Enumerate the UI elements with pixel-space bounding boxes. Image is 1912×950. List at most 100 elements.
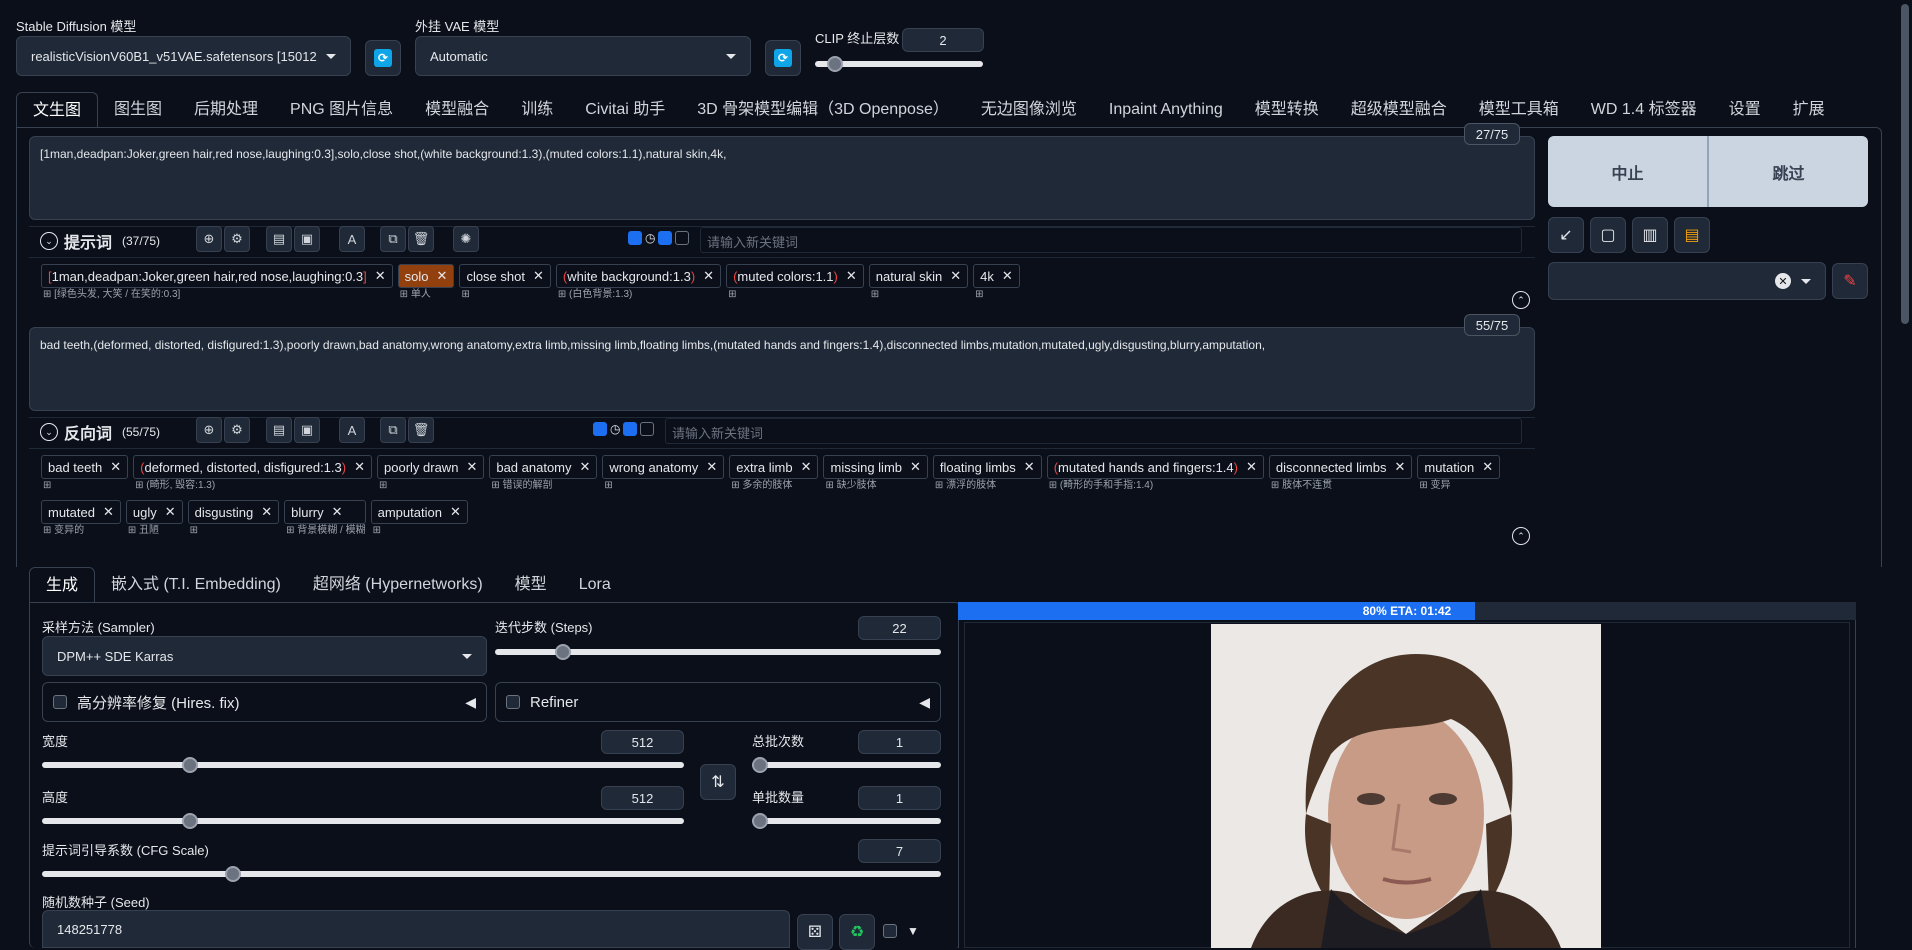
batch-size-input[interactable]: 1 [858, 786, 941, 810]
tab-generation[interactable]: 生成 [29, 567, 96, 603]
remove-tag-icon[interactable]: ✕ [450, 504, 461, 520]
refiner-checkbox[interactable] [506, 695, 520, 709]
tab-wd14-tagger[interactable]: WD 1.4 标签器 [1575, 92, 1713, 128]
remove-tag-icon[interactable]: ✕ [110, 459, 121, 475]
preview-image[interactable] [1211, 624, 1601, 948]
prompt-tag[interactable]: bad anatomy ✕ ⊞ 错误的解剖 [489, 455, 598, 493]
remove-tag-icon[interactable]: ✕ [950, 268, 961, 284]
prompt-tag[interactable]: [1man,deadpan:Joker,green hair,red nose,… [41, 264, 393, 302]
tag-chip[interactable]: mutated ✕ [41, 500, 121, 524]
tag-chip[interactable]: (white background:1.3) ✕ [555, 264, 722, 288]
extra-seed-checkbox[interactable] [883, 924, 897, 938]
trash-icon[interactable]: 🗑 [408, 417, 434, 443]
remove-tag-icon[interactable]: ✕ [466, 459, 477, 475]
batch-size-slider-track[interactable] [752, 818, 941, 824]
prompt-tag[interactable]: mutation ✕ ⊞ 变异 [1417, 455, 1501, 493]
tab-super-merger[interactable]: 超级模型融合 [1335, 92, 1463, 128]
prompt-header[interactable]: ⌄ 提示词 (37/75) [40, 229, 160, 253]
tab-extras[interactable]: 后期处理 [178, 92, 274, 128]
remove-tag-icon[interactable]: ✕ [332, 504, 343, 520]
keyword-checkbox-1[interactable] [593, 422, 607, 436]
bookmark-icon[interactable]: ▣ [294, 226, 320, 252]
clear-prompt-icon[interactable]: ▢ [1590, 217, 1626, 253]
remove-tag-icon[interactable]: ✕ [1002, 268, 1013, 284]
clip-skip-slider-thumb[interactable] [827, 56, 843, 72]
prompt-tag[interactable]: 4k ✕ ⊞ [973, 264, 1020, 302]
keyword-checkbox-2[interactable] [623, 422, 638, 436]
tag-chip[interactable]: bad teeth ✕ [41, 455, 129, 479]
clip-skip-input[interactable]: 2 [902, 28, 984, 52]
width-slider-thumb[interactable] [182, 757, 198, 773]
tag-chip[interactable]: amputation ✕ [370, 500, 468, 524]
remove-tag-icon[interactable]: ✕ [1024, 459, 1035, 475]
keyword-checkbox-1[interactable] [628, 231, 642, 245]
globe-icon[interactable]: ⊕ [196, 417, 222, 443]
prompt-tag[interactable]: wrong anatomy ✕ ⊞ [602, 455, 725, 493]
prompt-tag[interactable]: blurry ✕ ⊞ 背景模糊 / 模糊 [284, 500, 366, 538]
prompt-tag[interactable]: disgusting ✕ ⊞ [187, 500, 280, 538]
tab-lora[interactable]: Lora [563, 567, 627, 603]
hires-fix-checkbox[interactable] [53, 695, 67, 709]
copy-icon[interactable]: ⧉ [380, 226, 406, 252]
tab-checkpoints[interactable]: 模型 [499, 567, 563, 603]
page-scrollbar[interactable] [1898, 0, 1912, 948]
tab-infinite-image-browsing[interactable]: 无边图像浏览 [965, 92, 1093, 128]
tag-chip[interactable]: blurry ✕ [284, 500, 366, 524]
prompt-tag[interactable]: solo ✕ ⊞ 单人 [397, 264, 455, 302]
seed-input[interactable]: 148251778 [42, 910, 790, 948]
remove-tag-icon[interactable]: ✕ [533, 268, 544, 284]
sd-model-select[interactable]: realisticVisionV60B1_v51VAE.safetensors … [16, 36, 351, 76]
prompt-keyword-input[interactable]: 请输入新关键词 [700, 227, 1522, 253]
tag-chip[interactable]: missing limb ✕ [823, 455, 928, 479]
hires-fix-accordion[interactable]: 高分辨率修复 (Hires. fix) ◀ [42, 682, 487, 722]
negative-keyword-input[interactable]: 请输入新关键词 [665, 418, 1522, 444]
scrollbar-thumb[interactable] [1901, 4, 1909, 324]
openai-icon[interactable]: ✺ [453, 226, 479, 252]
remove-tag-icon[interactable]: ✕ [801, 459, 812, 475]
batch-count-slider-thumb[interactable] [752, 757, 768, 773]
collapse-tags-icon[interactable]: ⌃ [1512, 291, 1530, 309]
remove-tag-icon[interactable]: ✕ [437, 268, 448, 284]
reuse-seed-button[interactable]: ♻ [839, 914, 875, 950]
tag-chip[interactable]: disgusting ✕ [187, 500, 280, 524]
tag-chip[interactable]: (muted colors:1.1) ✕ [726, 264, 864, 288]
prompt-tag[interactable]: disconnected limbs ✕ ⊞ 肢体不连贯 [1268, 455, 1413, 493]
tab-img2img[interactable]: 图生图 [98, 92, 178, 128]
collapse-tags-icon[interactable]: ⌃ [1512, 527, 1530, 545]
prompt-tag[interactable]: mutated ✕ ⊞ 变异的 [41, 500, 121, 538]
prompt-tag[interactable]: close shot ✕ ⊞ [459, 264, 551, 302]
tag-chip[interactable]: close shot ✕ [459, 264, 551, 288]
gear-icon[interactable]: ⚙ [224, 417, 250, 443]
remove-tag-icon[interactable]: ✕ [580, 459, 591, 475]
vae-select[interactable]: Automatic [415, 36, 751, 76]
width-slider-track[interactable] [42, 762, 684, 768]
gear-icon[interactable]: ⚙ [224, 226, 250, 252]
tag-chip[interactable]: 4k ✕ [973, 264, 1020, 288]
clipboard-icon[interactable]: ▤ [1674, 217, 1710, 253]
skip-button[interactable]: 跳过 [1709, 136, 1868, 207]
history-icon[interactable]: ▤ [266, 226, 292, 252]
tag-chip[interactable]: disconnected limbs ✕ [1268, 455, 1413, 479]
globe-icon[interactable]: ⊕ [196, 226, 222, 252]
prompt-tag[interactable]: extra limb ✕ ⊞ 多余的肢体 [729, 455, 819, 493]
trash-icon[interactable]: ▥ [1632, 217, 1668, 253]
batch-count-slider-track[interactable] [752, 762, 941, 768]
batch-count-input[interactable]: 1 [858, 730, 941, 754]
negative-header[interactable]: ⌄ 反向词 (55/75) [40, 420, 160, 444]
extra-seed-toggle[interactable]: ▼ [883, 924, 919, 938]
prompt-tag[interactable]: (mutated hands and fingers:1.4) ✕ ⊞ (畸形的手和… [1046, 455, 1264, 493]
swap-dimensions-button[interactable]: ⇅ [700, 764, 736, 800]
tab-hypernetworks[interactable]: 超网络 (Hypernetworks) [297, 567, 499, 603]
tag-chip[interactable]: ugly ✕ [125, 500, 183, 524]
tag-chip[interactable]: bad anatomy ✕ [489, 455, 598, 479]
translate-icon[interactable]: A [339, 417, 365, 443]
prompt-tag[interactable]: bad teeth ✕ ⊞ [41, 455, 129, 493]
prompt-tag[interactable]: floating limbs ✕ ⊞ 漂浮的肢体 [932, 455, 1042, 493]
remove-tag-icon[interactable]: ✕ [703, 268, 714, 284]
bookmark-icon[interactable]: ▣ [294, 417, 320, 443]
remove-tag-icon[interactable]: ✕ [1246, 459, 1257, 475]
batch-size-slider-thumb[interactable] [752, 813, 768, 829]
tag-chip[interactable]: poorly drawn ✕ [377, 455, 485, 479]
tab-textual-inversion[interactable]: 嵌入式 (T.I. Embedding) [95, 567, 297, 603]
cfg-scale-input[interactable]: 7 [858, 839, 941, 863]
